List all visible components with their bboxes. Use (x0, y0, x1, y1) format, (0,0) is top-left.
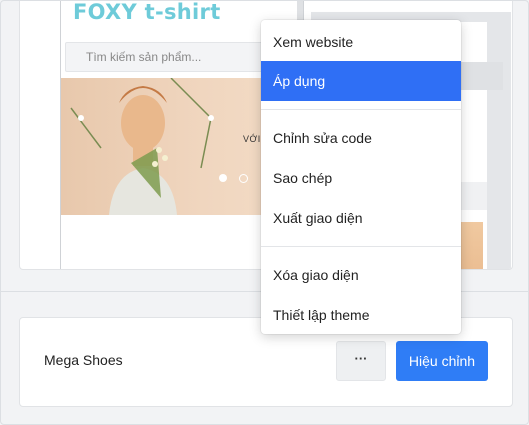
menu-separator (261, 246, 461, 247)
edit-theme-button[interactable]: Hiệu chỉnh (396, 341, 488, 381)
theme-actions-menu: Xem website Áp dụng Chỉnh sửa code Sao c… (261, 20, 461, 334)
carousel-dot[interactable] (239, 174, 248, 183)
menu-item-edit-code[interactable]: Chỉnh sửa code (261, 118, 461, 158)
menu-item-delete-theme[interactable]: Xóa giao diện (261, 255, 461, 295)
banner-caption: VỚI (243, 134, 261, 144)
menu-item-theme-settings[interactable]: Thiết lập theme (261, 295, 461, 335)
menu-item-export-theme[interactable]: Xuất giao diện (261, 198, 461, 238)
menu-item-view-website[interactable]: Xem website (261, 22, 461, 62)
more-options-button[interactable]: ··· (336, 341, 386, 381)
preview-search-input: Tìm kiếm sản phẩm... (65, 42, 293, 72)
menu-item-apply[interactable]: Áp dụng (261, 61, 461, 101)
themes-panel: FOXY t-shirt Tìm kiếm sản phẩm... VỚI Me… (0, 0, 529, 425)
menu-item-duplicate[interactable]: Sao chép (261, 158, 461, 198)
carousel-dot-active[interactable] (219, 174, 227, 182)
menu-separator (261, 109, 461, 110)
store-title: FOXY t-shirt (73, 0, 221, 24)
theme-name: Mega Shoes (44, 352, 123, 368)
